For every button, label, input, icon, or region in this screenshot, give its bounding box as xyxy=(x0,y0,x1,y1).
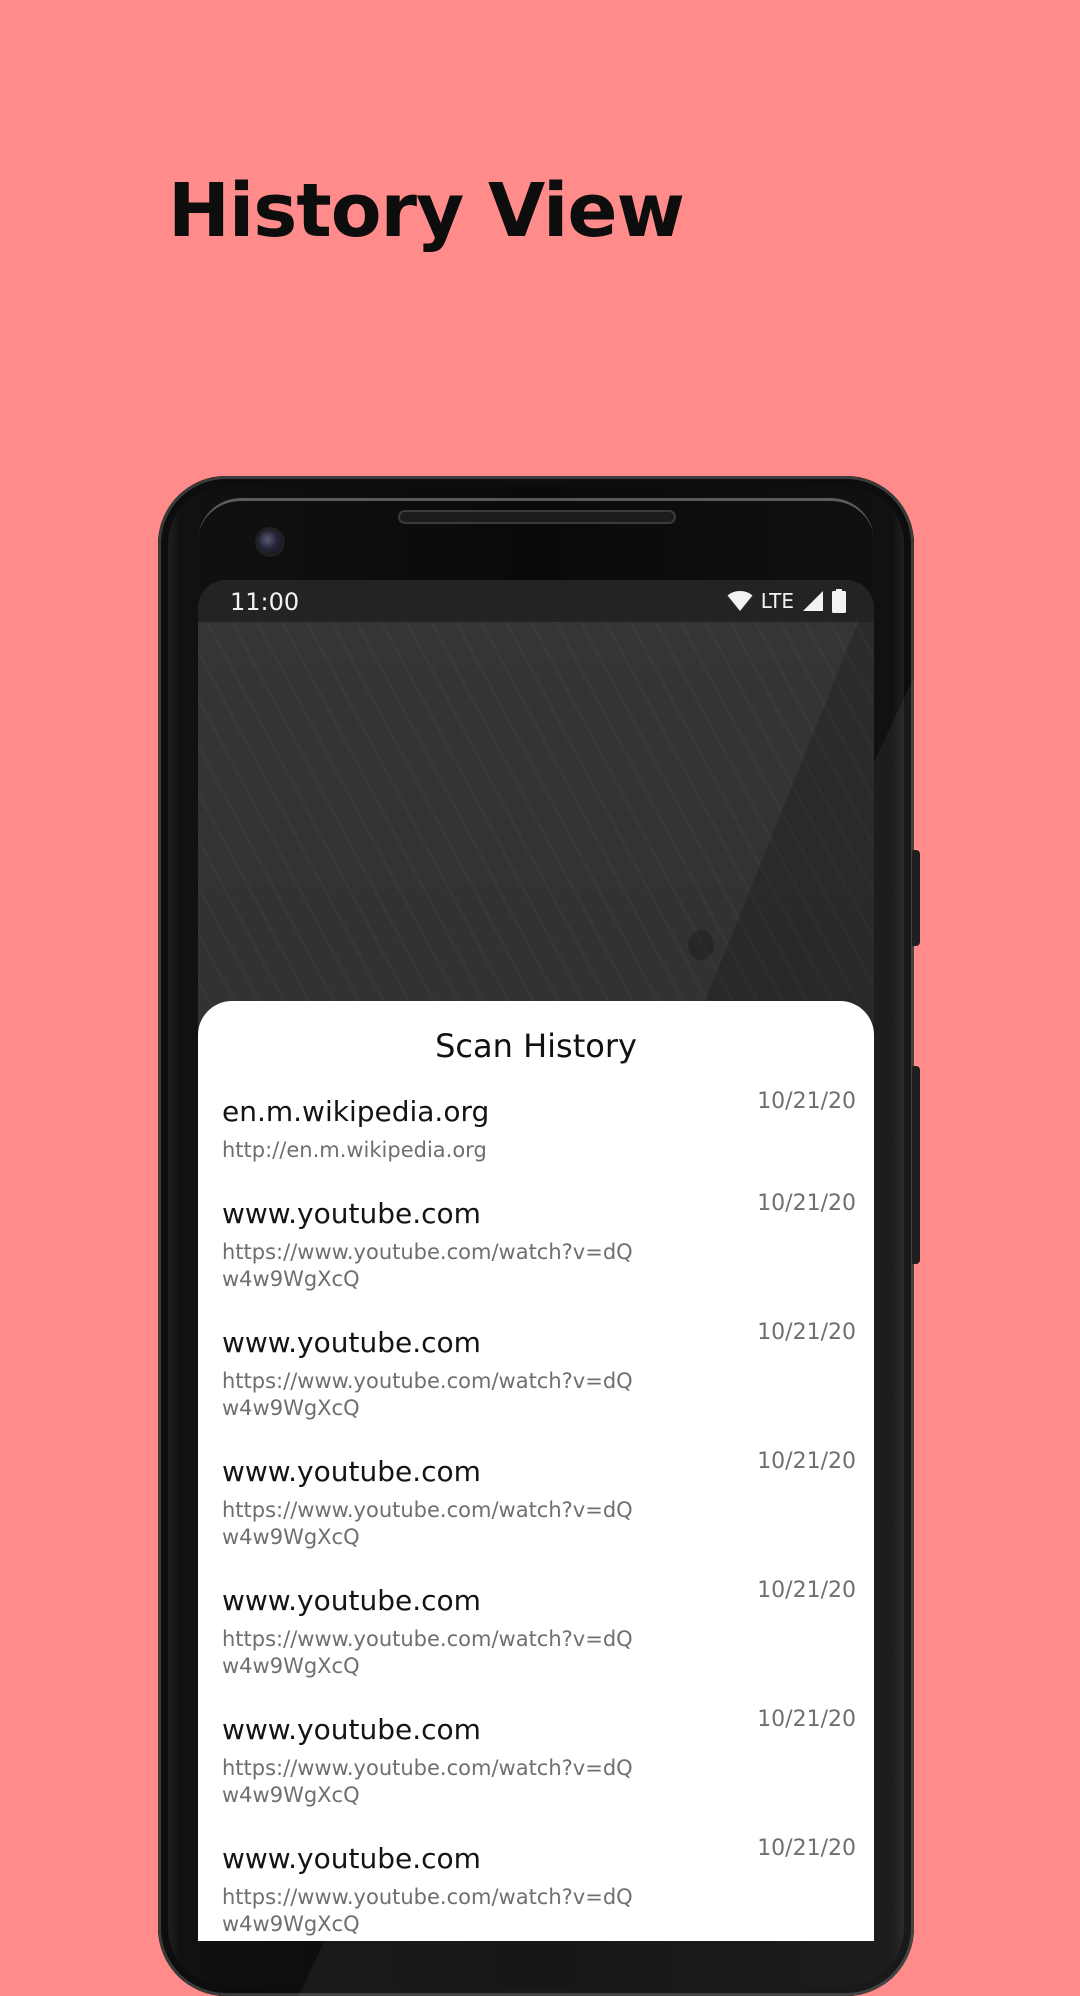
history-item[interactable]: www.youtube.com https://www.youtube.com/… xyxy=(198,1191,874,1320)
item-host: en.m.wikipedia.org xyxy=(222,1095,490,1128)
front-camera-icon xyxy=(258,530,282,554)
battery-icon xyxy=(832,589,846,613)
item-url: https://www.youtube.com/watch?v=dQw4w9Wg… xyxy=(222,1369,633,1420)
item-url: https://www.youtube.com/watch?v=dQw4w9Wg… xyxy=(222,1498,633,1549)
earpiece-speaker-icon xyxy=(398,510,676,524)
item-host: www.youtube.com xyxy=(222,1713,481,1746)
status-bar: 11:00 LTE xyxy=(198,580,874,622)
item-url: https://www.youtube.com/watch?v=dQw4w9Wg… xyxy=(222,1756,633,1807)
history-item[interactable]: en.m.wikipedia.org http://en.m.wikipedia… xyxy=(198,1089,874,1191)
status-time: 11:00 xyxy=(230,588,300,616)
wood-knot xyxy=(688,930,714,960)
history-list: en.m.wikipedia.org http://en.m.wikipedia… xyxy=(198,1089,874,1941)
item-date: 10/21/20 xyxy=(757,1449,856,1474)
item-date: 10/21/20 xyxy=(757,1707,856,1732)
sheet-title: Scan History xyxy=(435,1027,637,1065)
item-url: https://www.youtube.com/watch?v=dQw4w9Wg… xyxy=(222,1885,633,1936)
item-host: www.youtube.com xyxy=(222,1326,481,1359)
item-url: http://en.m.wikipedia.org xyxy=(222,1138,487,1162)
item-url: https://www.youtube.com/watch?v=dQw4w9Wg… xyxy=(222,1240,633,1291)
history-item[interactable]: www.youtube.com https://www.youtube.com/… xyxy=(198,1320,874,1449)
item-host: www.youtube.com xyxy=(222,1584,481,1617)
wifi-icon xyxy=(727,591,753,611)
history-item[interactable]: www.youtube.com https://www.youtube.com/… xyxy=(198,1707,874,1836)
promo-headline: History View xyxy=(168,168,685,254)
item-host: www.youtube.com xyxy=(222,1455,481,1488)
item-url: https://www.youtube.com/watch?v=dQw4w9Wg… xyxy=(222,1627,633,1678)
volume-button xyxy=(912,1066,920,1264)
history-item[interactable]: www.youtube.com https://www.youtube.com/… xyxy=(198,1578,874,1707)
item-date: 10/21/20 xyxy=(757,1578,856,1603)
item-date: 10/21/20 xyxy=(757,1089,856,1114)
item-date: 10/21/20 xyxy=(757,1320,856,1345)
history-item[interactable]: www.youtube.com https://www.youtube.com/… xyxy=(198,1836,874,1941)
item-host: www.youtube.com xyxy=(222,1197,481,1230)
power-button xyxy=(912,850,920,946)
cell-signal-icon xyxy=(803,591,823,611)
item-host: www.youtube.com xyxy=(222,1842,481,1875)
history-item[interactable]: www.youtube.com https://www.youtube.com/… xyxy=(198,1449,874,1578)
scan-history-sheet: Scan History en.m.wikipedia.org http://e… xyxy=(198,1001,874,1941)
item-date: 10/21/20 xyxy=(757,1836,856,1861)
status-icons: LTE xyxy=(727,589,846,613)
item-date: 10/21/20 xyxy=(757,1191,856,1216)
network-type-label: LTE xyxy=(760,589,794,613)
